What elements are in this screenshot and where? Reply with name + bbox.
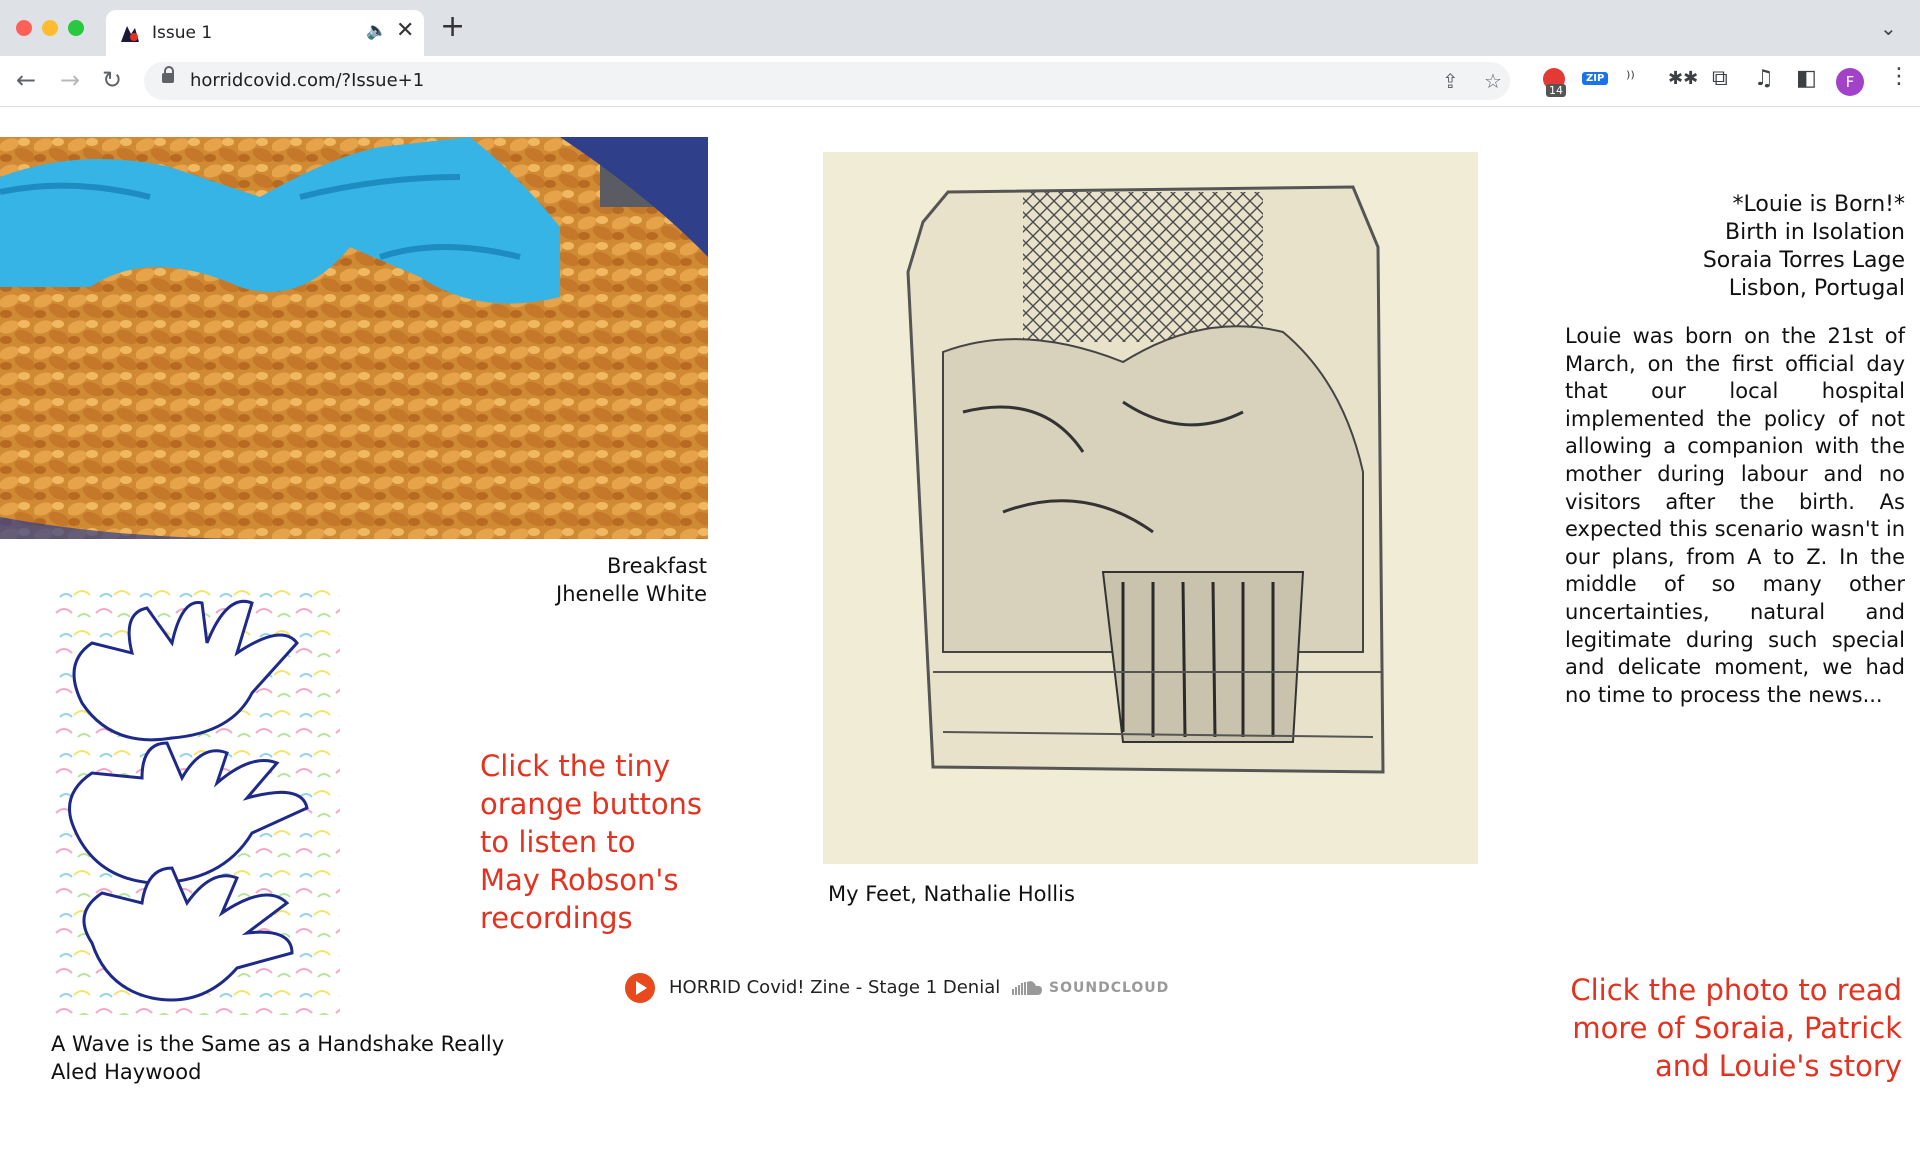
artwork-artist: Jhenelle White: [556, 582, 707, 606]
listen-line: to listen to: [480, 825, 636, 859]
lock-icon: [162, 66, 174, 83]
artwork-title: Breakfast: [607, 554, 707, 578]
minimize-window-button[interactable]: [42, 20, 58, 36]
tab-search-chevron-icon[interactable]: ⌄: [1880, 16, 1897, 40]
track-title[interactable]: HORRID Covid! Zine - Stage 1 Denial: [669, 977, 1000, 998]
story-heading: *Louie is Born!* Birth in Isolation Sora…: [1625, 191, 1905, 303]
read-more-line: and Louie's story: [1654, 1049, 1902, 1083]
soundcloud-wordmark[interactable]: SOUNDCLOUD: [1049, 980, 1169, 996]
story-heading-line: Birth in Isolation: [1724, 220, 1905, 245]
address-bar[interactable]: horridcovid.com/?Issue+1 ⇪ ☆: [144, 62, 1510, 100]
share-icon[interactable]: ⇪: [1442, 69, 1459, 93]
profile-avatar[interactable]: F: [1836, 68, 1864, 96]
my-feet-drawing-image[interactable]: [823, 152, 1478, 864]
bookmark-star-icon[interactable]: ☆: [1484, 69, 1502, 93]
active-tab[interactable]: Issue 1 🔈 ✕: [106, 10, 424, 56]
wave-caption: A Wave is the Same as a Handshake Really…: [51, 1030, 504, 1086]
listen-line: Click the tiny: [480, 749, 671, 783]
soundcloud-player: HORRID Covid! Zine - Stage 1 Denial SOUN…: [625, 973, 1168, 1005]
extension-asterisk-icon[interactable]: ✱✱: [1668, 68, 1698, 89]
my-feet-caption: My Feet, Nathalie Hollis: [828, 882, 1075, 906]
listen-instruction: Click the tiny orange buttons to listen …: [480, 747, 702, 937]
reload-icon[interactable]: ↻: [102, 66, 122, 94]
extension-audio-icon[interactable]: ⁾⁾: [1626, 68, 1635, 89]
url-text: horridcovid.com/?Issue+1: [190, 70, 425, 91]
tab-bar: Issue 1 🔈 ✕ + ⌄: [0, 0, 1920, 56]
soundcloud-cloud-icon[interactable]: [1011, 979, 1043, 997]
listen-line: May Robson's: [480, 863, 679, 897]
close-tab-icon[interactable]: ✕: [396, 18, 414, 43]
listen-line: orange buttons: [480, 787, 703, 821]
read-more-line: more of Soraia, Patrick: [1572, 1011, 1902, 1045]
back-arrow-icon[interactable]: ←: [16, 66, 36, 94]
maximize-window-button[interactable]: [68, 20, 84, 36]
speaker-mute-icon[interactable]: 🔈: [366, 21, 387, 41]
close-window-button[interactable]: [16, 20, 32, 36]
extension-badge-count: 14: [1546, 84, 1566, 97]
extension-zip-icon[interactable]: ZIP: [1582, 72, 1609, 85]
story-heading-line: *Louie is Born!*: [1732, 192, 1905, 217]
breakfast-image[interactable]: [0, 137, 708, 539]
story-heading-line: Soraia Torres Lage: [1702, 248, 1905, 273]
play-button[interactable]: [625, 973, 655, 1003]
read-more-line: Click the photo to read: [1570, 973, 1902, 1007]
media-controls-icon[interactable]: ♫: [1754, 66, 1774, 91]
browser-menu-kebab-icon[interactable]: ⋮: [1888, 64, 1910, 89]
listen-line: recordings: [480, 901, 633, 935]
zine-page: Breakfast Jhenelle White A Wave is the S…: [0, 107, 1920, 1149]
read-more-instruction: Click the photo to read more of Soraia, …: [1570, 971, 1902, 1085]
browser-toolbar: ← → ↻ horridcovid.com/?Issue+1 ⇪ ☆ 14 ZI…: [0, 56, 1920, 107]
forward-arrow-icon[interactable]: →: [60, 66, 80, 94]
wave-handshake-image[interactable]: [52, 583, 340, 1015]
side-panel-icon[interactable]: ◧: [1796, 66, 1817, 91]
extensions-puzzle-icon[interactable]: ⧉: [1712, 66, 1728, 91]
artwork-artist: Aled Haywood: [51, 1060, 202, 1084]
story-body: Louie was born on the 21st of March, on …: [1565, 324, 1905, 707]
artwork-title: A Wave is the Same as a Handshake Really: [51, 1032, 505, 1056]
new-tab-button[interactable]: +: [440, 12, 465, 42]
site-favicon-icon: [121, 26, 139, 42]
story-heading-line: Lisbon, Portugal: [1728, 276, 1905, 301]
breakfast-caption: Breakfast Jhenelle White: [556, 552, 707, 608]
tab-title: Issue 1: [152, 23, 213, 43]
